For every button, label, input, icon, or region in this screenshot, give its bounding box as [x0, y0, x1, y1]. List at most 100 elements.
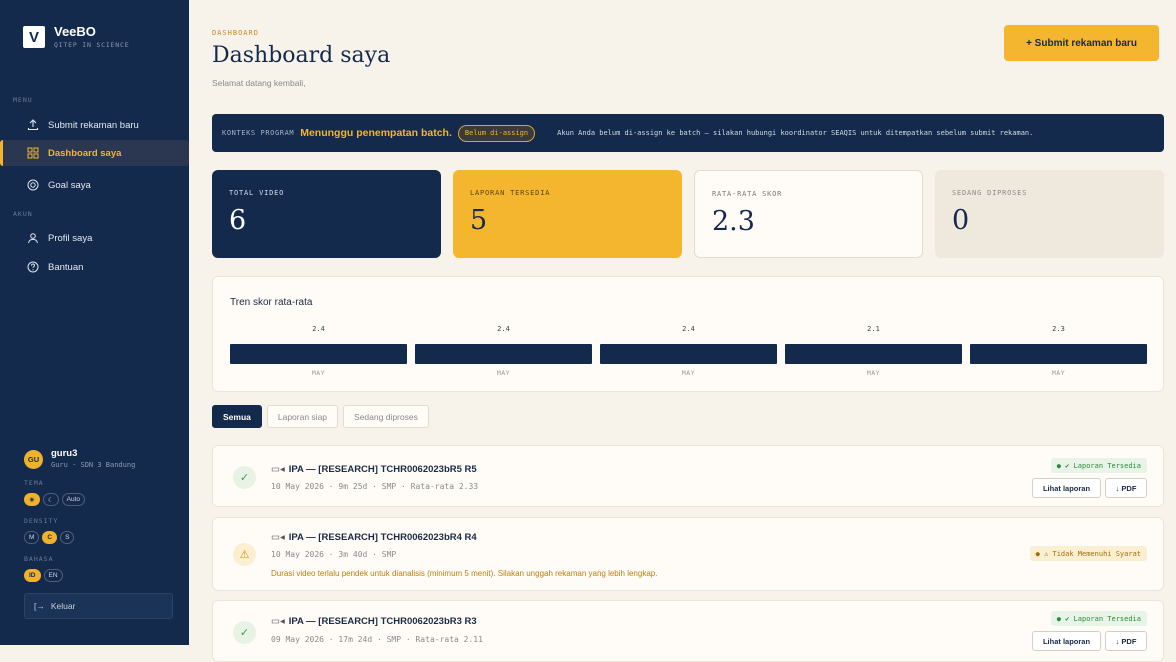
bar — [600, 344, 777, 364]
stat-value: 5 — [470, 205, 488, 236]
logout-label: Keluar — [50, 601, 76, 611]
banner-message: Akun Anda belum di-assign ke batch — sil… — [557, 129, 1034, 137]
density-s-option[interactable]: S — [60, 531, 75, 544]
stat-value: 6 — [229, 205, 247, 236]
breadcrumb: DASHBOARD — [212, 29, 259, 37]
brand-name: VeeBO — [54, 24, 96, 39]
brand[interactable]: V VeeBO QITEP IN SCIENCE — [23, 25, 129, 49]
stat-total-video: TOTAL VIDEO 6 — [212, 170, 441, 258]
stat-label: TOTAL VIDEO — [229, 189, 285, 197]
target-icon — [27, 179, 39, 191]
tab-all[interactable]: Semua — [212, 405, 262, 428]
logout-icon: [→ — [34, 601, 45, 611]
stat-label: LAPORAN TERSEDIA — [470, 189, 551, 197]
bar-value: 2.4 — [682, 325, 695, 333]
record-meta: 10 May 2026 · 3m 40d · SMP — [271, 550, 397, 559]
download-pdf-button[interactable]: ↓ PDF — [1105, 631, 1147, 651]
avatar: GU — [24, 449, 43, 469]
user-icon — [27, 232, 39, 244]
sidebar-item-label: Profil saya — [48, 232, 93, 244]
language-label: BAHASA — [24, 555, 54, 563]
stat-reports-available: LAPORAN TERSEDIA 5 — [453, 170, 682, 258]
warning-icon: ⚠ — [233, 543, 256, 566]
filter-tabs: Semua Laporan siap Sedang diproses — [212, 405, 429, 428]
language-options: ID EN — [24, 569, 63, 582]
sidebar-item-goal[interactable]: Goal saya — [10, 172, 180, 198]
bar-value: 2.4 — [312, 325, 325, 333]
language-en-option[interactable]: EN — [43, 569, 63, 582]
record-title: ▭◂ IPA — [RESEARCH] TCHR0062023bR3 R3 — [271, 616, 477, 627]
record-meta: 10 May 2026 · 9m 25d · SMP · Rata-rata 2… — [271, 482, 479, 491]
sidebar-item-label: Submit rekaman baru — [48, 119, 139, 131]
bar-value: 2.3 — [1052, 325, 1065, 333]
upload-icon — [27, 119, 39, 131]
sidebar-item-help[interactable]: Bantuan — [10, 254, 180, 280]
theme-auto-option[interactable]: Auto — [61, 493, 86, 506]
sidebar-item-submit[interactable]: Submit rekaman baru — [10, 112, 180, 138]
record-title-text: IPA — [RESEARCH] TCHR0062023bR4 R4 — [288, 532, 477, 543]
download-pdf-button[interactable]: ↓ PDF — [1105, 478, 1147, 498]
bar — [970, 344, 1147, 364]
status-badge: ● ✔ Laporan Tersedia — [1050, 611, 1147, 626]
stat-label: RATA-RATA SKOR — [712, 190, 783, 198]
list-item[interactable]: ✓ ▭◂ IPA — [RESEARCH] TCHR0062023bR5 R5 … — [212, 445, 1164, 507]
density-label: DENSITY — [24, 517, 59, 525]
density-c-option[interactable]: C — [42, 531, 58, 544]
record-title-text: IPA — [RESEARCH] TCHR0062023bR5 R5 — [288, 464, 477, 475]
sidebar-item-label: Bantuan — [48, 261, 84, 273]
banner-label: KONTEKS PROGRAM — [222, 129, 295, 137]
check-icon: ✓ — [233, 466, 256, 489]
user-card[interactable]: GU guru3 Guru · SDN 3 Bandung — [24, 449, 135, 469]
language-id-option[interactable]: ID — [24, 569, 41, 582]
record-meta: 09 May 2026 · 17m 24d · SMP · Rata-rata … — [271, 635, 483, 644]
list-item[interactable]: ✓ ▭◂ IPA — [RESEARCH] TCHR0062023bR3 R3 … — [212, 600, 1164, 662]
sidebar-item-label: Dashboard saya — [48, 147, 122, 159]
trend-bar: 2.4 MAY — [600, 325, 777, 377]
bar-label: MAY — [496, 369, 511, 377]
sidebar-item-label: Goal saya — [48, 179, 91, 191]
user-name: guru3 — [51, 448, 78, 459]
trend-bar: 2.1 MAY — [785, 325, 962, 377]
sidebar-item-dashboard[interactable]: Dashboard saya — [0, 140, 189, 166]
page-subtitle: Selamat datang kembali, — [212, 78, 306, 88]
theme-light-option[interactable]: ☀ — [24, 493, 40, 506]
submit-recording-button[interactable]: + Submit rekaman baru — [1004, 25, 1159, 61]
list-item[interactable]: ⚠ ▭◂ IPA — [RESEARCH] TCHR0062023bR4 R4 … — [212, 517, 1164, 591]
tab-reports-ready[interactable]: Laporan siap — [266, 405, 339, 428]
trend-bar: 2.4 MAY — [230, 325, 407, 377]
tab-processing[interactable]: Sedang diproses — [343, 405, 429, 428]
trend-title: Tren skor rata-rata — [230, 297, 313, 308]
trend-bar: 2.4 MAY — [415, 325, 592, 377]
theme-label: TEMA — [24, 479, 44, 487]
page-title: Dashboard saya — [212, 43, 391, 68]
record-warning: Durasi video terlalu pendek untuk dianal… — [271, 569, 658, 578]
grid-icon — [27, 147, 39, 159]
sidebar-item-profile[interactable]: Profil saya — [10, 225, 180, 251]
bar — [230, 344, 407, 364]
record-title: ▭◂ IPA — [RESEARCH] TCHR0062023bR4 R4 — [271, 532, 477, 543]
density-options: M C S — [24, 531, 75, 544]
sidebar: V VeeBO QITEP IN SCIENCE MENU Submit rek… — [0, 0, 189, 645]
score-trend-card: Tren skor rata-rata 2.4 MAY 2.4 MAY 2.4 … — [212, 276, 1164, 392]
view-report-button[interactable]: Lihat laporan — [1032, 478, 1101, 498]
bar-label: MAY — [681, 369, 696, 377]
stat-label: SEDANG DIPROSES — [952, 189, 1028, 197]
logout-button[interactable]: [→ Keluar — [24, 593, 173, 619]
brand-subtitle: QITEP IN SCIENCE — [54, 41, 130, 49]
video-icon: ▭◂ — [271, 532, 285, 543]
stat-value: 0 — [952, 205, 970, 236]
density-m-option[interactable]: M — [24, 531, 40, 544]
bar — [415, 344, 592, 364]
stat-value: 2.3 — [712, 206, 755, 237]
bar-label: MAY — [311, 369, 326, 377]
view-report-button[interactable]: Lihat laporan — [1032, 631, 1101, 651]
stat-processing: SEDANG DIPROSES 0 — [935, 170, 1164, 258]
menu-section-label: MENU — [13, 96, 33, 104]
user-role: Guru · SDN 3 Bandung — [51, 461, 136, 469]
account-section-label: AKUN — [13, 210, 33, 218]
record-title-text: IPA — [RESEARCH] TCHR0062023bR3 R3 — [288, 616, 477, 627]
status-badge: ● ✔ Laporan Tersedia — [1050, 458, 1147, 473]
theme-dark-option[interactable]: ☾ — [42, 493, 59, 506]
status-badge: Belum di-assign — [457, 124, 536, 142]
help-icon — [27, 261, 39, 273]
